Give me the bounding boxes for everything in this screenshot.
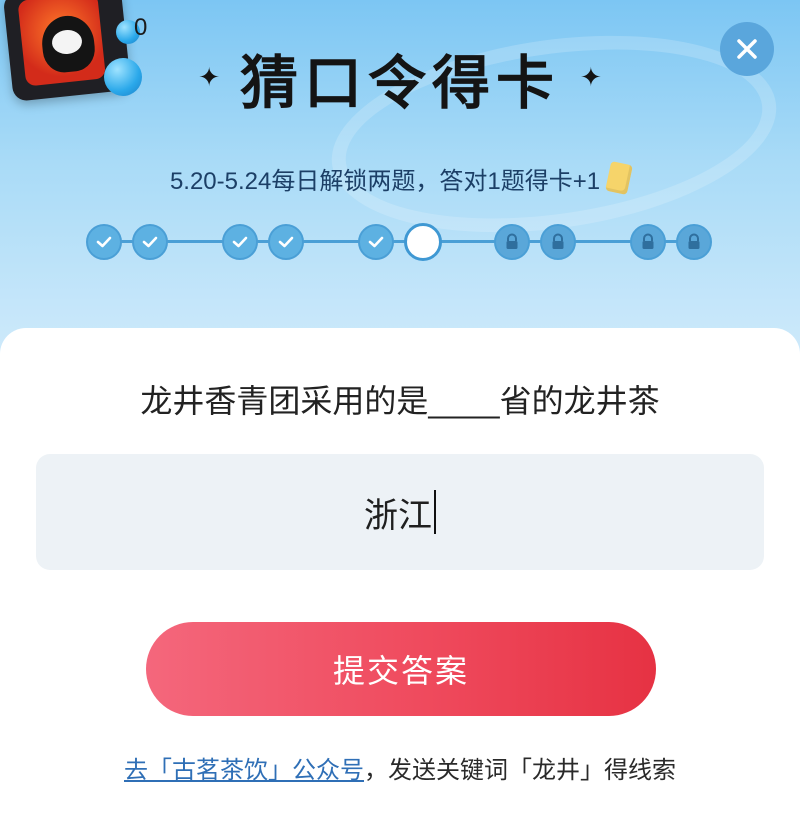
answer-input[interactable]: 浙江 xyxy=(36,454,764,570)
checkmark-icon xyxy=(368,236,384,248)
progress-node-locked xyxy=(540,224,576,260)
progress-node-locked xyxy=(494,224,530,260)
lock-icon xyxy=(506,233,518,249)
progress-node-done[interactable] xyxy=(268,224,304,260)
hint-text: 去「古茗茶饮」公众号，发送关键词「龙井」得线索 xyxy=(0,750,800,785)
hint-rest-text: ，发送关键词「龙井」得线索 xyxy=(364,757,676,784)
official-account-link[interactable]: 去「古茗茶饮」公众号 xyxy=(124,757,364,784)
lock-icon xyxy=(552,233,564,249)
progress-node-done[interactable] xyxy=(222,224,258,260)
lock-icon xyxy=(642,233,654,249)
sparkle-star-icon: ✦ xyxy=(580,63,602,93)
progress-tracker xyxy=(0,222,800,262)
progress-node-locked xyxy=(676,224,712,260)
progress-line xyxy=(100,240,698,243)
question-text: 龙井香青团采用的是____省的龙井茶 xyxy=(140,383,660,419)
question-card: 龙井香青团采用的是____省的龙井茶 浙江 提交答案 去「古茗茶饮」公众号，发送… xyxy=(0,328,800,826)
subtitle-row: 5.20-5.24每日解锁两题，答对1题得卡+1 xyxy=(0,158,800,198)
lock-icon xyxy=(688,233,700,249)
checkmark-icon xyxy=(232,236,248,248)
page-subtitle: 5.20-5.24每日解锁两题，答对1题得卡+1 xyxy=(169,167,601,195)
page-title: 猜口令得卡 xyxy=(239,49,560,117)
progress-node-locked xyxy=(630,224,666,260)
text-cursor xyxy=(434,490,436,534)
sparkle-star-icon: ✦ xyxy=(198,63,220,93)
submit-answer-button[interactable]: 提交答案 xyxy=(146,622,656,716)
answer-value: 浙江 xyxy=(364,496,432,535)
progress-node-done[interactable] xyxy=(358,224,394,260)
progress-node-done[interactable] xyxy=(132,224,168,260)
submit-answer-label: 提交答案 xyxy=(332,653,469,689)
card-icon xyxy=(605,161,633,195)
progress-node-done[interactable] xyxy=(86,224,122,260)
checkmark-icon xyxy=(142,236,158,248)
progress-node-current[interactable] xyxy=(404,223,442,261)
title-row: ✦ 猜口令得卡 ✦ xyxy=(0,38,800,118)
header-banner: 0 ✦ 猜口令得卡 ✦ 5.20-5.24每日解锁两题，答对1题得卡+1 xyxy=(0,0,800,360)
checkmark-icon xyxy=(278,236,294,248)
checkmark-icon xyxy=(96,236,112,248)
